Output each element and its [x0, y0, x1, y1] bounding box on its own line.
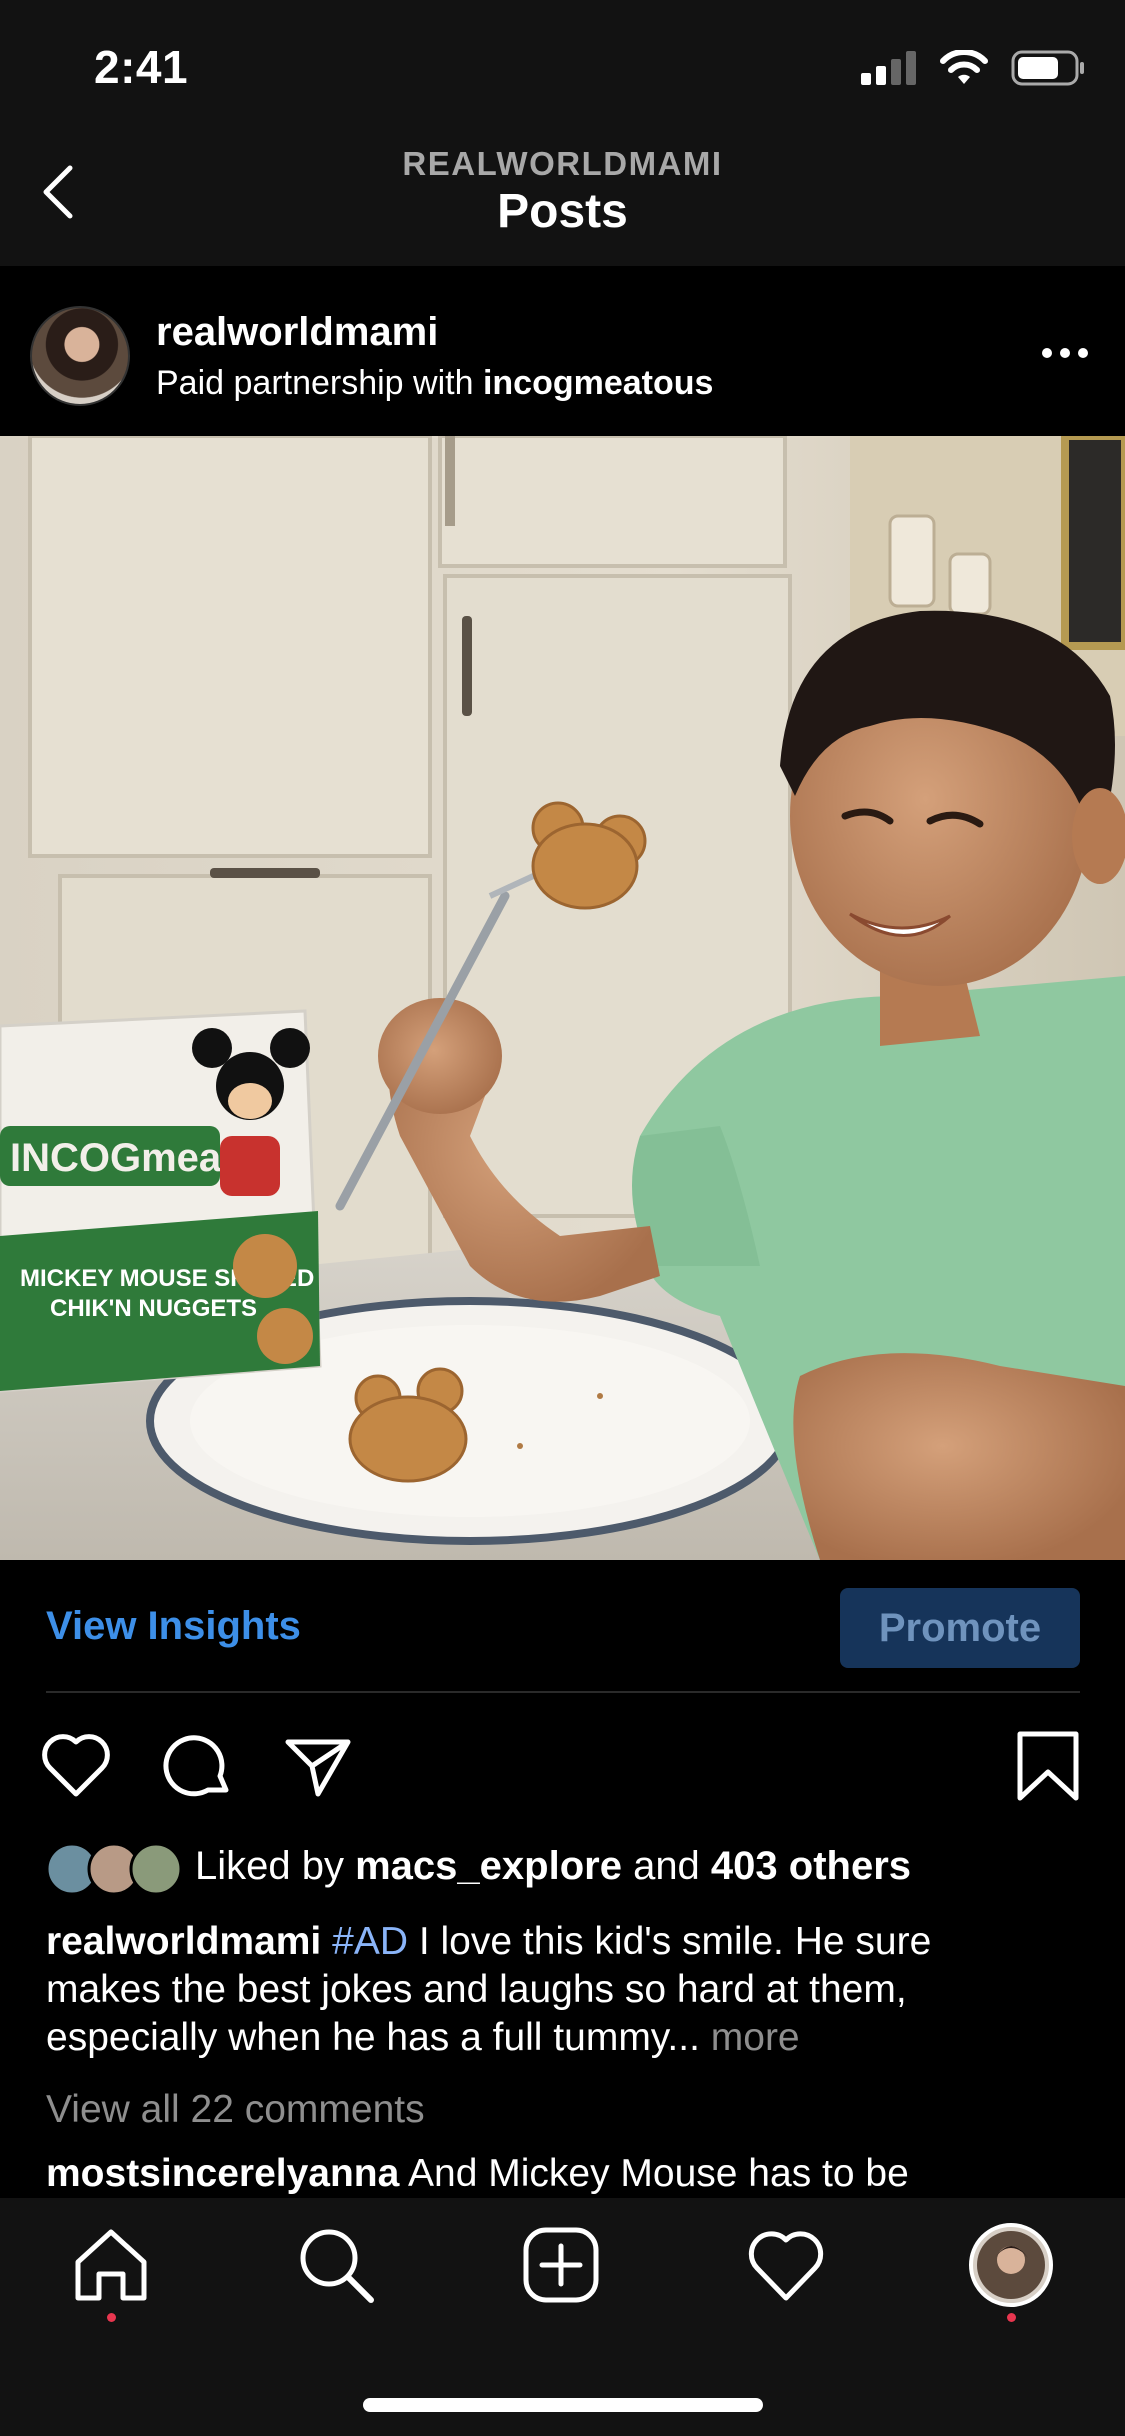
partnership-prefix: Paid partnership with [156, 364, 483, 402]
promote-button[interactable]: Promote [840, 1588, 1080, 1668]
caption-hashtag[interactable]: #AD [332, 1920, 408, 1963]
caption-more-link[interactable]: more [711, 2016, 800, 2059]
search-icon[interactable] [293, 2222, 379, 2308]
home-indicator [363, 2398, 763, 2412]
bookmark-icon[interactable] [1010, 1728, 1086, 1804]
home-notification-dot [107, 2313, 116, 2322]
likes-count[interactable]: 403 others [711, 1844, 911, 1888]
likes-prefix: Liked by [195, 1844, 356, 1888]
status-icons [861, 50, 1085, 86]
post-caption: realworldmami #AD I love this kid's smil… [46, 1918, 1086, 2062]
likes-summary[interactable]: Liked by macs_explore and 403 others [195, 1844, 911, 1889]
nav-subtitle: REALWORLDMAMI [402, 145, 723, 182]
signal-icon [861, 51, 916, 85]
status-time: 2:41 [94, 41, 189, 93]
wifi-icon [940, 50, 988, 84]
caption-text-3: especially when he has a full tummy... [46, 2016, 711, 2059]
heart-icon[interactable] [38, 1728, 114, 1804]
view-all-comments-link[interactable]: View all 22 comments [46, 2088, 425, 2132]
post-username[interactable]: realworldmami [156, 310, 438, 355]
more-icon[interactable] [1035, 333, 1095, 373]
add-post-icon[interactable] [518, 2222, 604, 2308]
profile-avatar-icon[interactable] [968, 2222, 1054, 2308]
page-title: Posts [497, 185, 628, 238]
svg-text:CHIK'N NUGGETS: CHIK'N NUGGETS [50, 1295, 257, 1322]
activity-heart-icon[interactable] [743, 2222, 829, 2308]
comment-text: And Mickey Mouse has to be [399, 2152, 909, 2195]
partner-link[interactable]: incogmeatous [483, 364, 713, 402]
profile-notification-dot [1007, 2313, 1016, 2322]
share-icon[interactable] [280, 1728, 356, 1804]
battery-icon [1011, 50, 1084, 86]
liker-username[interactable]: macs_explore [355, 1844, 622, 1888]
home-icon[interactable] [68, 2222, 154, 2308]
view-insights-link[interactable]: View Insights [46, 1604, 301, 1649]
comment-username[interactable]: mostsincerelyanna [46, 2152, 399, 2195]
caption-text-2: makes the best jokes and laughs so hard … [46, 1968, 907, 2011]
caption-text-1: I love this kid's smile. He sure [408, 1920, 932, 1963]
liked-by-avatars[interactable] [44, 1842, 184, 1896]
divider [46, 1691, 1080, 1693]
caption-username[interactable]: realworldmami [46, 1920, 321, 1963]
author-avatar[interactable] [30, 306, 130, 406]
comment-icon[interactable] [160, 1728, 236, 1804]
paid-partnership-label: Paid partnership with incogmeatous [156, 364, 713, 403]
post-image[interactable]: INCOGmeato MICKEY MOUSE SHAPED CHIK'N NU… [0, 436, 1125, 1560]
comment-preview: mostsincerelyanna And Mickey Mouse has t… [46, 2152, 1086, 2198]
likes-middle: and [621, 1844, 711, 1888]
